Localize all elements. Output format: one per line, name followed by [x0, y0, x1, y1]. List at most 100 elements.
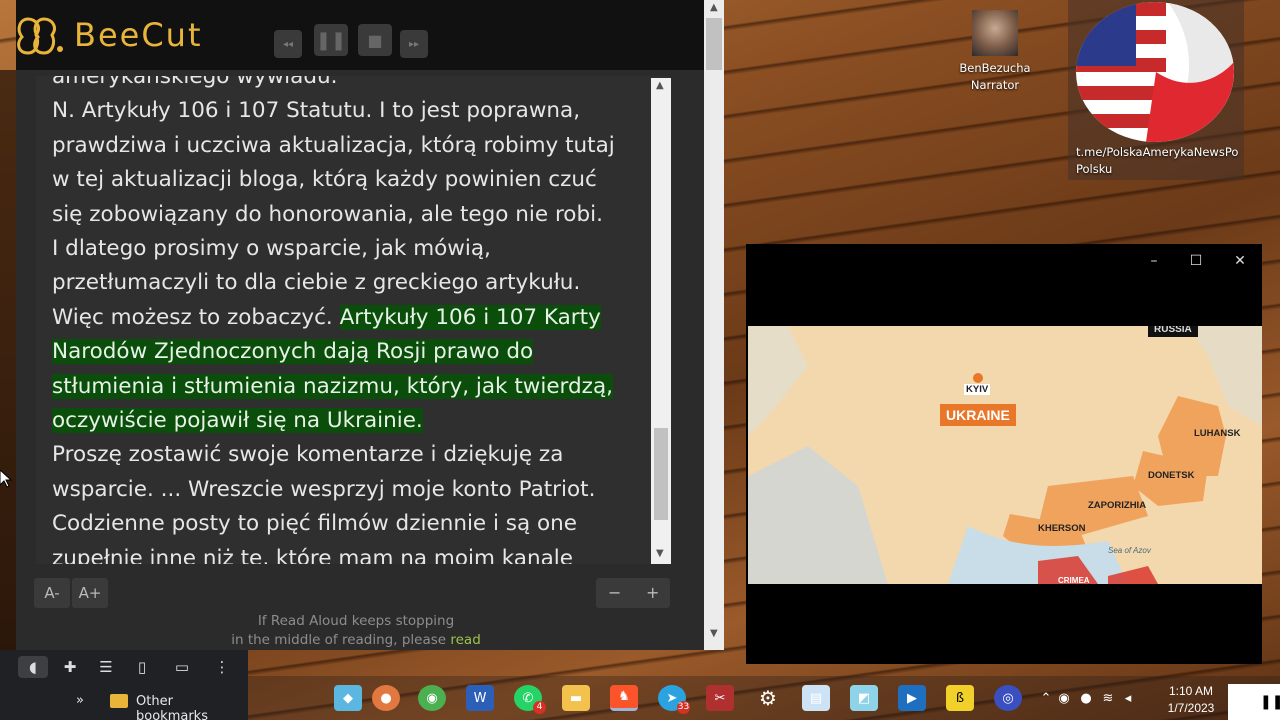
- folder-icon: [110, 694, 128, 708]
- pause-button[interactable]: ❚❚: [314, 24, 348, 56]
- zoom-plus-button[interactable]: +: [646, 583, 659, 602]
- minimize-button[interactable]: –: [1134, 250, 1174, 272]
- tray-app-icon[interactable]: ◉: [1056, 685, 1072, 711]
- text-line: Narodów Zjednoczonych dają Rosji prawo d…: [52, 335, 652, 369]
- file-explorer-icon[interactable]: ▬: [562, 685, 590, 711]
- brave-icon[interactable]: ♞: [610, 685, 638, 711]
- footer-note: If Read Aloud keeps stopping in the midd…: [216, 612, 496, 650]
- highlighted-text: Artykuły 106 i 107 Karty: [339, 304, 601, 330]
- panel-scrollbar[interactable]: ▲ ▼: [704, 0, 724, 650]
- scroll-up-icon[interactable]: ▲: [656, 80, 664, 91]
- word-icon[interactable]: W: [466, 685, 494, 711]
- reading-text-area[interactable]: amerykańskiego wywiadu. N. Artykuły 106 …: [36, 76, 670, 564]
- stop-button[interactable]: ■: [358, 24, 392, 56]
- whatsapp-icon[interactable]: ✆ 4: [514, 685, 546, 714]
- android-icon[interactable]: ◉: [418, 685, 446, 711]
- reading-list-icon[interactable]: ☰: [94, 656, 118, 678]
- pause-icon: ❚❚: [1260, 694, 1280, 710]
- telegram-icon[interactable]: ➤ 33: [658, 685, 690, 714]
- bookmarks-overflow-icon[interactable]: »: [76, 693, 84, 708]
- side-panel-icon[interactable]: ▯: [130, 656, 154, 678]
- footer-text: in the middle of reading, please: [231, 632, 451, 648]
- other-bookmarks[interactable]: Other bookmarks: [136, 694, 248, 720]
- forward-button[interactable]: ▸▸: [400, 30, 428, 58]
- narrator-name: BenBezucha: [959, 61, 1031, 75]
- map-label-kherson: KHERSON: [1038, 523, 1086, 534]
- highlighted-text: Narodów Zjednoczonych dają Rosji prawo d…: [52, 339, 534, 365]
- app-icon[interactable]: ◎: [994, 685, 1022, 711]
- text-line: przetłumaczyli to dla ciebie z greckiego…: [52, 270, 581, 296]
- rewind-button[interactable]: ◂◂: [274, 30, 302, 58]
- text-span: Więc możesz to zobaczyć.: [52, 304, 340, 330]
- mouse-cursor-icon: [0, 470, 12, 488]
- notepad-icon[interactable]: ▤: [802, 685, 830, 711]
- highlighted-text: stłumienia i stłumienia nazizmu, który, …: [52, 373, 613, 399]
- app-name: BeeCut: [74, 16, 203, 54]
- close-button[interactable]: ✕: [1220, 250, 1260, 272]
- app-icon[interactable]: ◩: [850, 685, 878, 711]
- clock-time: 1:10 AM: [1168, 684, 1214, 698]
- app-icon[interactable]: ●: [372, 685, 400, 711]
- beecut-taskbar-icon[interactable]: ß: [946, 685, 974, 711]
- menu-icon[interactable]: ⋮: [210, 656, 234, 678]
- read-aloud-icon[interactable]: ◖: [18, 656, 48, 678]
- panel-scroll-thumb[interactable]: [706, 18, 722, 70]
- clock[interactable]: 1:10 AM 1/7/2023: [1162, 683, 1220, 717]
- tray-chevron-icon[interactable]: ⌃: [1038, 685, 1054, 711]
- scroll-down-icon[interactable]: ▼: [656, 548, 664, 559]
- footer-line: If Read Aloud keeps stopping: [257, 613, 455, 629]
- flag-caption-line: t.me/PolskaAmerykaNewsPo: [1076, 145, 1239, 159]
- microphone-icon[interactable]: ●: [1078, 685, 1094, 711]
- extensions-icon[interactable]: ✚: [58, 656, 82, 678]
- map-graphic: [748, 326, 1262, 584]
- text-line: się zobowiązany do honorowania, ale tego…: [52, 201, 603, 227]
- highlighted-text: oczywiście pojawił się na Ukrainie.: [52, 408, 423, 434]
- read-link[interactable]: read: [450, 632, 480, 648]
- clock-date: 1/7/2023: [1167, 701, 1215, 715]
- text-line: w tej aktualizacji bloga, którą każdy po…: [52, 167, 597, 193]
- maximize-button[interactable]: ☐: [1176, 250, 1216, 272]
- read-aloud-panel: BeeCut ◂◂ ❚❚ ■ ▸▸ amerykańskiego wywiadu…: [16, 0, 724, 650]
- font-decrease-button[interactable]: A-: [34, 578, 70, 608]
- flag-caption-line: Polsku: [1076, 162, 1113, 176]
- text-line: stłumienia i stłumienia nazizmu, który, …: [52, 370, 652, 404]
- taskbar: ◆ ● ◉ W ✆ 4 ▬ ♞ ➤ 33 ✂ ⚙ ▤ ◩ ▶ ß ◎ ⌃ ◉ ● ≋…: [248, 676, 1280, 720]
- text-line: zupełnie inne niż te, które mam na moim …: [52, 545, 573, 564]
- text-line: wsparcie. ... Wreszcie wesprzyj moje kon…: [52, 476, 596, 502]
- scroll-down-icon[interactable]: ▼: [710, 628, 718, 639]
- narrator-avatar: [972, 10, 1018, 56]
- text-line: Codzienne posty to pięć filmów dziennie …: [52, 511, 578, 537]
- app-icon[interactable]: ◆: [334, 685, 362, 711]
- desktop-strip: [0, 70, 16, 650]
- flag-desktop-icon[interactable]: t.me/PolskaAmerykaNewsPo Polsku: [1068, 0, 1244, 180]
- map-label-zaporizhia: ZAPORIZHIA: [1088, 500, 1147, 511]
- wifi-icon[interactable]: ≋: [1100, 685, 1116, 711]
- map-label-russia: RUSSIA: [1148, 326, 1198, 337]
- usa-poland-flag-icon: [1076, 2, 1234, 142]
- zoom-minus-button[interactable]: −: [608, 583, 621, 602]
- text-scrollbar[interactable]: ▲ ▼: [651, 78, 671, 564]
- scroll-thumb[interactable]: [654, 428, 668, 520]
- font-increase-button[interactable]: A+: [72, 578, 108, 608]
- scroll-up-icon[interactable]: ▲: [710, 2, 718, 13]
- bee-icon: [17, 17, 63, 55]
- whatsapp-badge: 4: [533, 701, 546, 714]
- show-desktop[interactable]: ❚❚: [1228, 684, 1280, 720]
- text-line: amerykańskiego wywiadu.: [52, 76, 338, 89]
- map-label-sea: Sea of Azov: [1108, 546, 1151, 555]
- narrator-role: Narrator: [970, 78, 1020, 92]
- tab-search-icon[interactable]: ▭: [170, 656, 194, 678]
- text-line: oczywiście pojawił się na Ukrainie.: [52, 404, 652, 438]
- text-line: prawdziwa i uczciwa aktualizacja, którą …: [52, 132, 615, 158]
- text-line: I dlatego prosimy o wsparcie, jak mówią,: [52, 236, 491, 262]
- map-label-kyiv: KYIV: [964, 384, 991, 395]
- media-icon[interactable]: ▶: [898, 685, 926, 711]
- snipping-tool-icon[interactable]: ✂: [706, 685, 734, 711]
- reader-toolbar: BeeCut ◂◂ ❚❚ ■ ▸▸: [16, 0, 708, 70]
- narrator-desktop-icon[interactable]: BenBezucha Narrator: [950, 10, 1040, 94]
- volume-icon[interactable]: ◂: [1120, 685, 1136, 711]
- settings-icon[interactable]: ⚙: [754, 685, 782, 711]
- bookmarks-bar: » Other bookmarks: [0, 684, 248, 720]
- map-label-luhansk: LUHANSK: [1194, 428, 1241, 439]
- zoom-controls: − +: [596, 578, 670, 608]
